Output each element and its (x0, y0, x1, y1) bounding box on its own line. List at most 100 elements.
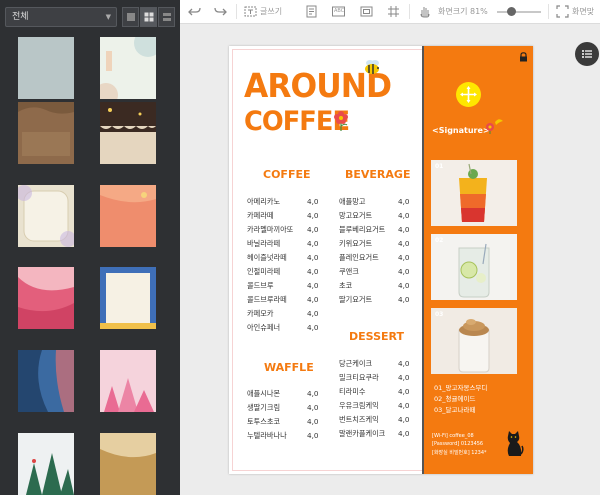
waffle-item-name: 애플시나몬 (247, 389, 281, 398)
coffee-item-price: 4,0 (307, 239, 319, 248)
template-thumbnail[interactable] (18, 102, 74, 164)
coffee-item-name: 콜드브루 (247, 281, 274, 290)
editor-toolbar: 글쓰기 ABC 화면크기 81% 화면맞 (180, 0, 600, 24)
zoom-slider-thumb[interactable] (507, 7, 516, 16)
dessert-item-name: 티라미수 (339, 387, 366, 396)
beverage-item-name: 망고요거트 (339, 211, 373, 220)
text-box-icon[interactable] (244, 5, 257, 18)
coffee-item-name: 카페모카 (247, 309, 274, 318)
template-thumbnail[interactable] (100, 267, 156, 329)
list-view-button[interactable] (158, 7, 175, 27)
wifi-info-line: [Password] 0123456 (432, 441, 484, 447)
hand-pan-icon[interactable] (418, 5, 431, 18)
template-thumbnail[interactable] (100, 102, 156, 164)
view-toggle-group (122, 7, 175, 27)
abc-label: ABC (334, 8, 345, 14)
beverage-item-price: 4,0 (398, 239, 410, 248)
bee-icon (365, 60, 379, 74)
coffee-item-price: 4,0 (307, 267, 319, 276)
chevron-down-icon: ▼ (105, 13, 111, 21)
undo-icon[interactable] (188, 5, 201, 18)
beverage-item-price: 4,0 (398, 295, 410, 304)
cat-icon (507, 431, 524, 456)
coffee-item-name: 인절미라떼 (247, 267, 281, 276)
signature-list-item: 03_달고나라떼 (434, 406, 476, 414)
fit-screen-icon[interactable] (556, 5, 569, 18)
dessert-item-price: 4,0 (398, 387, 410, 396)
frame-icon[interactable] (360, 5, 373, 18)
coffee-item-price: 4,0 (307, 253, 319, 262)
beverage-section-title: BEVERAGE (345, 168, 411, 181)
beverage-item-name: 딸기요거트 (339, 295, 373, 304)
dessert-item-name: 밀크티요쿠라 (339, 373, 379, 382)
dessert-item-name: 번트치즈케익 (339, 415, 379, 424)
waffle-item-name: 토투스초코 (247, 417, 281, 426)
template-thumbnail[interactable] (18, 185, 74, 247)
selection-frame-edge (422, 46, 424, 474)
wifi-info-line: [Wi-Fi] coffee_08 (432, 433, 474, 439)
photo-number: 01 (435, 163, 444, 170)
template-thumbnail[interactable] (18, 37, 74, 99)
template-thumbnail[interactable] (100, 37, 156, 99)
waffle-section-title: WAFFLE (264, 361, 314, 374)
template-thumbnail[interactable] (18, 267, 74, 329)
document-icon[interactable] (305, 5, 318, 18)
template-thumbnail[interactable] (18, 433, 74, 495)
template-thumbnail[interactable] (100, 433, 156, 495)
template-thumbnail[interactable] (100, 350, 156, 412)
beverage-item-price: 4,0 (398, 225, 410, 234)
signature-photo[interactable]: 03 (431, 308, 517, 374)
photo-number: 03 (435, 311, 444, 318)
single-view-button[interactable] (122, 7, 139, 27)
template-thumbnail[interactable] (100, 185, 156, 247)
waffle-item-name: 생딸기크림 (247, 403, 281, 412)
toolbar-divider (409, 4, 410, 19)
coffee-item-price: 4,0 (307, 211, 319, 220)
green-ade-image (431, 234, 517, 300)
beverage-item-price: 4,0 (398, 211, 410, 220)
beverage-item-name: 쿠앤크 (339, 267, 359, 276)
flower-icon (334, 111, 348, 131)
photo-number: 02 (435, 237, 444, 244)
signature-title[interactable]: <Signature> (432, 126, 490, 135)
beverage-item-name: 애플망고 (339, 197, 366, 206)
dessert-item-name: 말랜카플케이크 (339, 429, 386, 438)
signature-photo[interactable]: 01 (431, 160, 517, 226)
dessert-section-title: DESSERT (349, 330, 404, 343)
signature-list-item: 02_청귤에이드 (434, 395, 476, 403)
coffee-item-price: 4,0 (307, 281, 319, 290)
waffle-item-price: 4,0 (307, 417, 319, 426)
dessert-item-price: 4,0 (398, 373, 410, 382)
beverage-item-name: 초코 (339, 281, 353, 290)
write-text-button[interactable]: 글쓰기 (260, 6, 282, 17)
grid-view-button[interactable] (140, 7, 157, 27)
list-menu-icon (582, 50, 592, 58)
beverage-item-price: 4,0 (398, 197, 410, 206)
beverage-item-price: 4,0 (398, 253, 410, 262)
coffee-section-title: COFFEE (263, 168, 311, 181)
flower-bird-icon (486, 119, 503, 134)
signature-photo[interactable]: 02 (431, 234, 517, 300)
redo-icon[interactable] (214, 5, 227, 18)
move-arrows-icon (460, 86, 477, 103)
category-select-value: 전체 (12, 12, 29, 22)
template-thumbnail[interactable] (18, 350, 74, 412)
coffee-item-name: 아인슈페너 (247, 323, 281, 332)
layers-menu-button[interactable] (575, 42, 599, 66)
dalgona-latte-image (431, 308, 517, 374)
waffle-item-name: 누텔라바나나 (247, 431, 287, 440)
category-select[interactable]: 전체 ▼ (5, 7, 117, 27)
mango-smoothie-image (431, 160, 517, 226)
dessert-item-price: 4,0 (398, 401, 410, 410)
grid-icon[interactable] (387, 5, 400, 18)
dessert-item-name: 당근케이크 (339, 359, 373, 368)
zoom-level-label: 화면크기 81% (438, 7, 488, 16)
dessert-item-price: 4,0 (398, 359, 410, 368)
fit-screen-button[interactable]: 화면맞 (572, 6, 594, 17)
move-handle[interactable] (456, 82, 481, 107)
lock-icon[interactable] (519, 52, 528, 62)
beverage-item-price: 4,0 (398, 281, 410, 290)
zoom-slider-track[interactable] (497, 11, 541, 13)
coffee-item-name: 카라멜마끼아또 (247, 225, 294, 234)
grid-view-icon (144, 12, 153, 22)
